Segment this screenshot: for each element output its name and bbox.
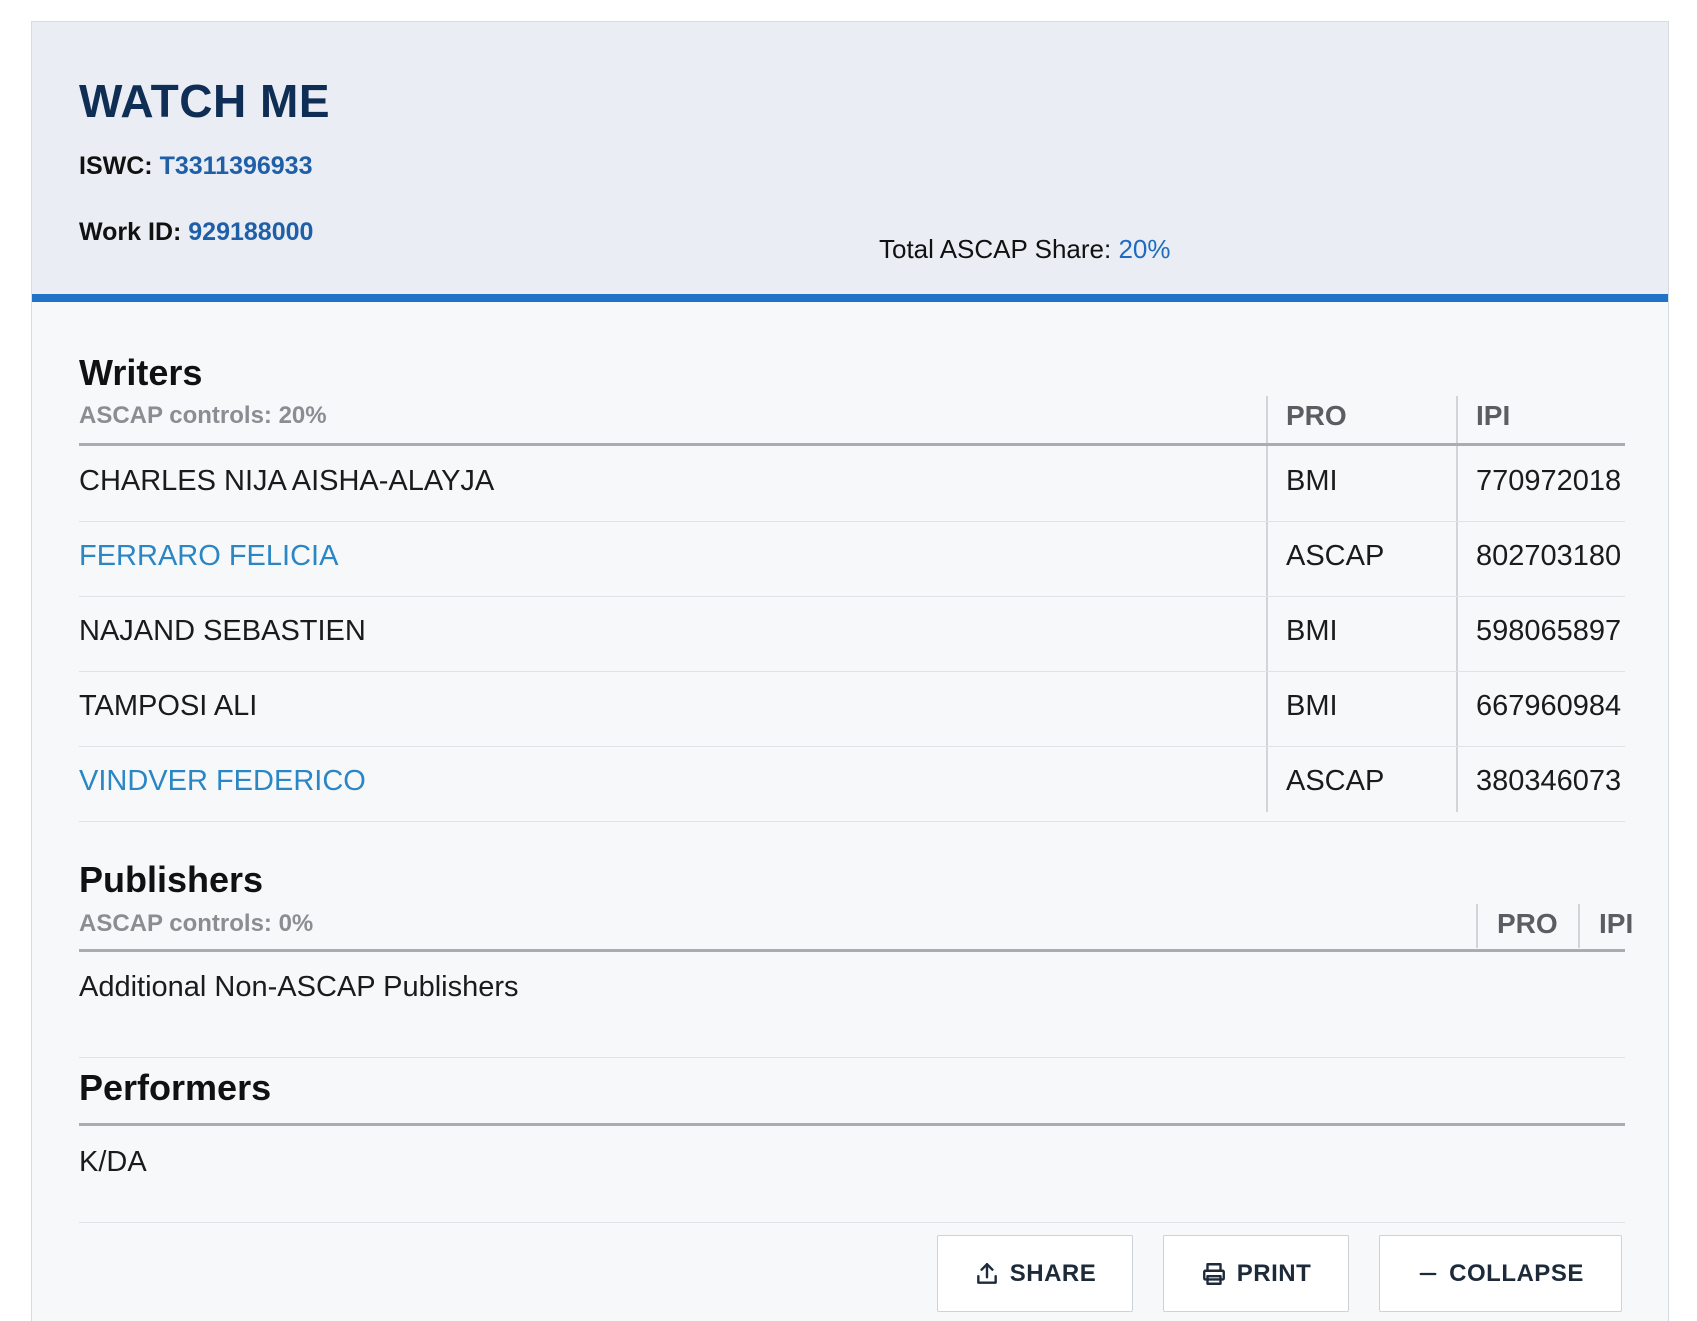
table-row: CHARLES NIJA AISHA-ALAYJA BMI 770972018 — [79, 446, 1625, 521]
work-id-line: Work ID: 929188000 — [79, 218, 313, 247]
writers-title: Writers — [79, 352, 203, 393]
row-divider — [79, 1057, 1625, 1058]
publishers-title: Publishers — [79, 859, 264, 900]
writer-ipi: 598065897 — [1476, 615, 1622, 647]
total-share-value: 20% — [1118, 234, 1171, 264]
writer-ipi: 770972018 — [1476, 465, 1622, 497]
share-label: SHARE — [1009, 1259, 1097, 1287]
work-card: WATCH ME ISWC: T3311396933 Work ID: 9291… — [31, 21, 1669, 1321]
performers-section: Performers K/DA — [79, 1067, 1625, 1227]
writer-name: NAJAND SEBASTIEN — [79, 615, 366, 647]
writer-pro: BMI — [1286, 690, 1338, 722]
iswc-label: ISWC: — [79, 152, 153, 180]
writer-name: TAMPOSI ALI — [79, 690, 258, 722]
row-divider — [79, 821, 1625, 822]
writer-name: CHARLES NIJA AISHA-ALAYJA — [79, 465, 495, 497]
publishers-divider-ipi — [1578, 904, 1580, 948]
writer-name-link[interactable]: FERRARO FELICIA — [79, 540, 338, 573]
publishers-col-pro: PRO — [1497, 908, 1558, 939]
print-button[interactable]: PRINT — [1163, 1235, 1349, 1312]
publishers-section: Publishers ASCAP controls: 0% PRO IPI Ad… — [79, 859, 1633, 1059]
work-id-value: 929188000 — [188, 218, 314, 246]
list-item: K/DA — [79, 1127, 1625, 1202]
performers-header-rule — [79, 1123, 1625, 1126]
iswc-line: ISWC: T3311396933 — [79, 152, 313, 181]
writers-col-pro: PRO — [1286, 400, 1347, 431]
share-icon — [976, 1262, 997, 1284]
publishers-col-ipi: IPI — [1599, 908, 1634, 939]
writer-pro: BMI — [1286, 615, 1338, 647]
total-share-label: Total ASCAP Share: — [879, 234, 1112, 264]
printer-icon — [1202, 1262, 1225, 1285]
collapse-button[interactable]: COLLAPSE — [1379, 1235, 1622, 1312]
table-row: Additional Non-ASCAP Publishers — [79, 952, 1625, 1027]
print-label: PRINT — [1236, 1259, 1312, 1287]
writer-pro: ASCAP — [1286, 765, 1385, 797]
publishers-divider-pro — [1476, 904, 1478, 948]
collapse-label: COLLAPSE — [1449, 1259, 1584, 1287]
table-row: NAJAND SEBASTIEN BMI 598065897 — [79, 596, 1625, 671]
iswc-value: T3311396933 — [159, 152, 313, 180]
writer-pro: BMI — [1286, 465, 1338, 497]
writer-name-link[interactable]: VINDVER FEDERICO — [79, 765, 366, 798]
row-divider — [79, 1222, 1625, 1223]
writers-controls: ASCAP controls: 20% — [79, 402, 327, 429]
minus-icon — [1419, 1272, 1437, 1275]
performer-name: K/DA — [79, 1146, 147, 1178]
table-row: FERRARO FELICIA ASCAP 802703180 — [79, 521, 1625, 596]
writer-ipi: 380346073 — [1476, 765, 1622, 797]
publishers-controls: ASCAP controls: 0% — [79, 910, 314, 937]
writer-pro: ASCAP — [1286, 540, 1385, 572]
work-id-label: Work ID: — [79, 218, 182, 246]
total-ascap-share: Total ASCAP Share: 20% — [879, 234, 1171, 265]
work-header: WATCH ME ISWC: T3311396933 Work ID: 9291… — [32, 22, 1668, 302]
performers-title: Performers — [79, 1067, 272, 1108]
writers-col-ipi: IPI — [1476, 400, 1511, 431]
writer-ipi: 667960984 — [1476, 690, 1622, 722]
writer-ipi: 802703180 — [1476, 540, 1622, 572]
table-row: TAMPOSI ALI BMI 667960984 — [79, 671, 1625, 746]
publisher-name: Additional Non-ASCAP Publishers — [79, 971, 519, 1003]
table-row: VINDVER FEDERICO ASCAP 380346073 — [79, 746, 1625, 821]
share-button[interactable]: SHARE — [937, 1235, 1133, 1312]
writers-section: Writers ASCAP controls: 20% PRO IPI CHAR… — [79, 352, 1625, 852]
work-title: WATCH ME — [79, 75, 331, 127]
